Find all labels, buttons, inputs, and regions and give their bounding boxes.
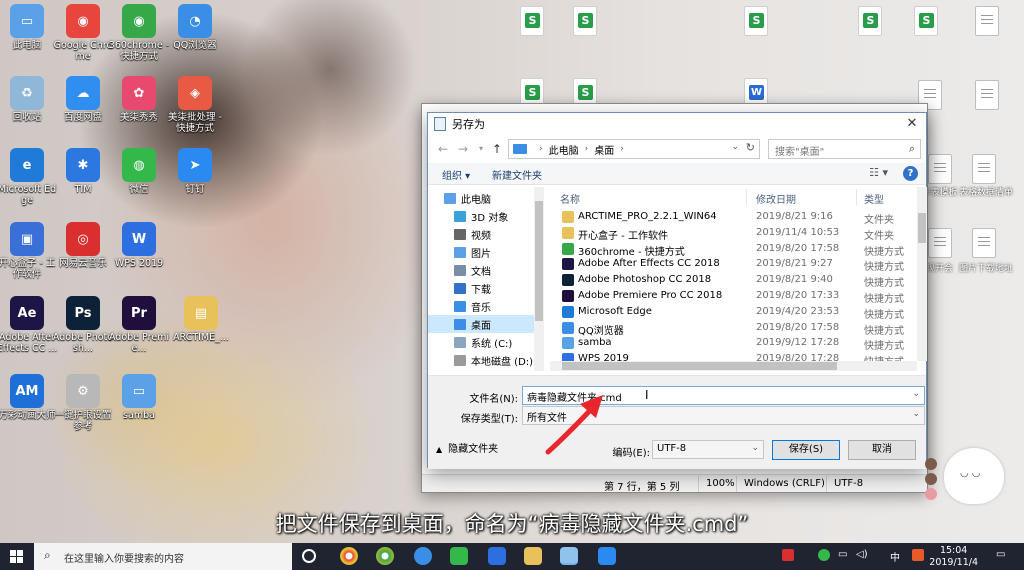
taskbar-search-input[interactable]: ⌕ 在这里输入你要搜索的内容 xyxy=(34,543,292,570)
chrome-taskbar-icon[interactable] xyxy=(340,547,358,565)
360chrome-taskbar-icon[interactable] xyxy=(376,547,394,565)
coin-icon[interactable] xyxy=(925,473,937,485)
file-explorer-taskbar-icon[interactable] xyxy=(524,547,542,565)
search-icon: ⌕ xyxy=(44,548,51,562)
dingtalk-taskbar-icon[interactable] xyxy=(598,547,616,565)
tray-wechat-icon[interactable] xyxy=(818,549,830,561)
tray-sogou-icon[interactable] xyxy=(912,549,924,561)
video-caption: 把文件保存到桌面，命名为“病毒隐藏文件夹.cmd” xyxy=(275,512,749,536)
notepad-taskbar-icon[interactable] xyxy=(560,547,578,565)
taskbar: ⌕ 在这里输入你要搜索的内容 ▭ ◁) 中 15:04 2019/11/4 ▭ xyxy=(0,543,1024,570)
clock-date: 2019/11/4 xyxy=(929,557,978,568)
windows-start-icon[interactable] xyxy=(10,550,23,563)
favorite-icon[interactable] xyxy=(925,488,937,500)
tray-app-icon[interactable] xyxy=(782,549,794,561)
like-icon[interactable] xyxy=(925,458,937,470)
tray-volume-icon[interactable]: ◁) xyxy=(856,549,868,560)
annotation-arrow xyxy=(545,395,603,455)
wechat-taskbar-icon[interactable] xyxy=(450,547,468,565)
clock-time: 15:04 xyxy=(939,545,968,556)
tray-network-icon[interactable]: ▭ xyxy=(838,549,847,560)
taskbar-search-placeholder: 在这里输入你要搜索的内容 xyxy=(64,554,184,565)
wps-taskbar-icon[interactable] xyxy=(488,547,506,565)
task-view-icon[interactable] xyxy=(302,549,316,563)
qq-browser-taskbar-icon[interactable] xyxy=(414,547,432,565)
tray-ime-indicator[interactable]: 中 xyxy=(890,549,900,564)
mascot-cat-eyes: ◡ ◡ xyxy=(960,468,981,479)
notification-center-icon[interactable]: ▭ xyxy=(996,549,1005,560)
system-clock[interactable]: 15:04 2019/11/4 xyxy=(929,545,978,569)
